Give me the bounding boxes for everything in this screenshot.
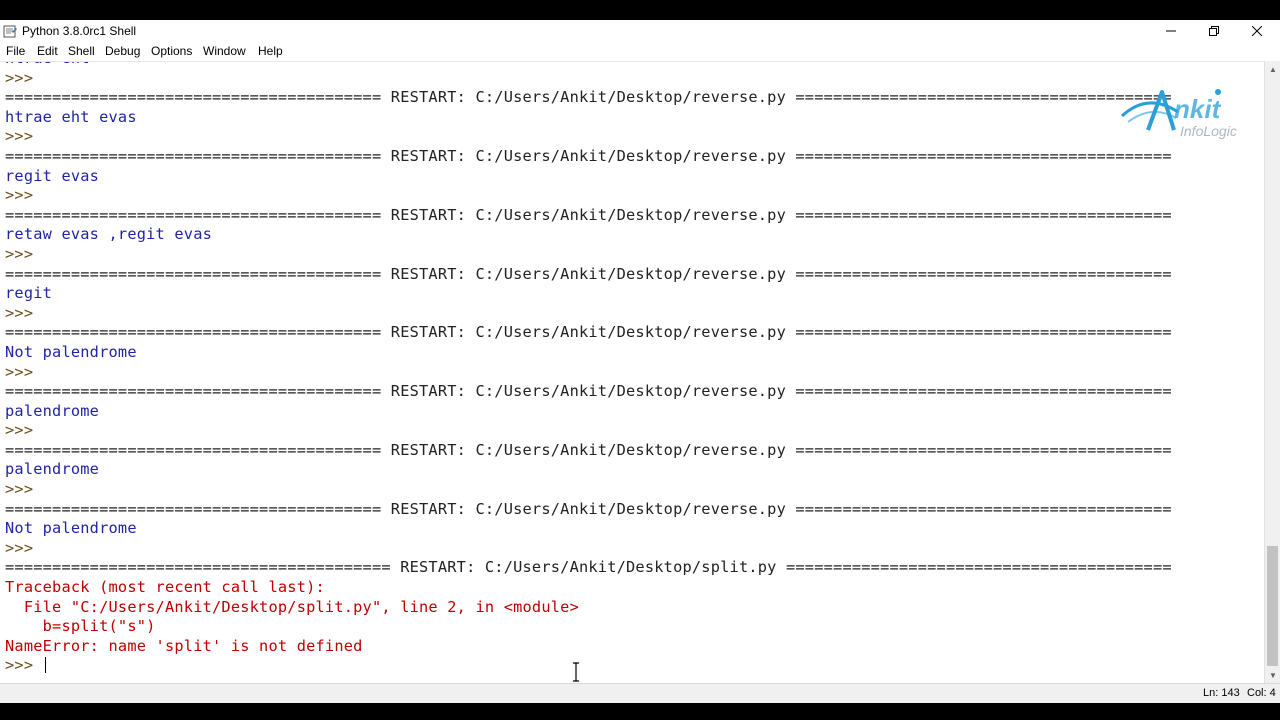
menu-window[interactable]: Window <box>203 44 246 58</box>
restore-icon <box>1209 26 1219 36</box>
menu-file[interactable]: File <box>6 44 25 58</box>
shell-line-restart: ========================================… <box>5 323 1172 343</box>
shell-line-text: ========================================… <box>5 205 1172 224</box>
menu-options[interactable]: Options <box>151 44 192 58</box>
shell-line-prompt: >>> <box>5 127 1172 147</box>
shell-line-text: ========================================… <box>5 264 1172 283</box>
menu-edit[interactable]: Edit <box>37 44 58 58</box>
shell-line-text: ========================================… <box>5 88 1172 107</box>
shell-line-err: NameError: name 'split' is not defined <box>5 637 1172 657</box>
shell-line-restart: ========================================… <box>5 558 1172 578</box>
shell-line-prompt: >>> <box>5 304 1172 324</box>
menu-debug[interactable]: Debug <box>105 44 140 58</box>
shell-line-text: Not palendrome <box>5 342 137 361</box>
shell-output: htrae eht>>> ===========================… <box>5 62 1172 676</box>
window-title: Python 3.8.0rc1 Shell <box>22 24 137 38</box>
shell-line-restart: ========================================… <box>5 441 1172 461</box>
shell-line-err: File "C:/Users/Ankit/Desktop/split.py", … <box>5 598 1172 618</box>
shell-line-text: palendrome <box>5 460 100 479</box>
menu-bar: File Edit Shell Debug Options Window Hel… <box>0 42 1280 61</box>
shell-line-text: retaw evas ,regit evas <box>5 225 213 244</box>
menu-shell[interactable]: Shell <box>68 44 95 58</box>
status-column: Col: 4 <box>1247 687 1276 699</box>
shell-line-text: >>> <box>5 480 43 499</box>
scroll-up-button[interactable]: ▲ <box>1265 61 1280 77</box>
shell-line-restart: ========================================… <box>5 147 1172 167</box>
shell-line-text: ========================================… <box>5 382 1172 401</box>
shell-line-prompt: >>> <box>5 245 1172 265</box>
shell-line-restart: ========================================… <box>5 265 1172 285</box>
ibeam-cursor-icon <box>573 662 579 682</box>
status-line: Ln: 143 <box>1203 687 1240 699</box>
shell-line-text: >>> <box>5 68 43 87</box>
shell-line-prompt: >>> <box>5 480 1172 500</box>
vertical-scrollbar[interactable]: ▲ ▼ <box>1264 61 1280 683</box>
logo-tag: InfoLogic <box>1180 123 1237 139</box>
shell-text-area[interactable]: htrae eht>>> ===========================… <box>0 61 1264 684</box>
status-bar: Ln: 143 Col: 4 <box>0 683 1280 703</box>
restore-button[interactable] <box>1192 20 1236 42</box>
shell-line-text: >>> <box>5 656 43 675</box>
shell-line-text: File "C:/Users/Ankit/Desktop/split.py", … <box>5 597 579 616</box>
shell-line-restart: ========================================… <box>5 88 1172 108</box>
scroll-thumb[interactable] <box>1267 546 1278 666</box>
shell-line-err: Traceback (most recent call last): <box>5 578 1172 598</box>
shell-line-prompt: >>> <box>5 421 1172 441</box>
shell-line-text: >>> <box>5 362 43 381</box>
ankit-infologic-logo: nkit InfoLogic <box>1120 89 1237 139</box>
shell-line-err: b=split("s") <box>5 617 1172 637</box>
shell-line-text: >>> <box>5 186 43 205</box>
logo-word: nkit <box>1174 94 1222 124</box>
minimize-icon <box>1166 30 1176 32</box>
python-idle-icon <box>3 25 17 38</box>
shell-line-text: regit <box>5 284 53 303</box>
shell-line-restart: ========================================… <box>5 382 1172 402</box>
shell-line-text: Not palendrome <box>5 519 137 538</box>
shell-line-text: htrae eht evas <box>5 107 137 126</box>
shell-line-out: Not palendrome <box>5 343 1172 363</box>
shell-line-out: palendrome <box>5 460 1172 480</box>
text-caret <box>44 657 46 674</box>
shell-line-text: Traceback (most recent call last): <box>5 578 325 597</box>
shell-line-out: Not palendrome <box>5 519 1172 539</box>
shell-line-text: >>> <box>5 127 43 146</box>
shell-line-restart: ========================================… <box>5 500 1172 520</box>
shell-line-text: >>> <box>5 421 43 440</box>
shell-line-text: >>> <box>5 538 43 557</box>
shell-line-out: retaw evas ,regit evas <box>5 225 1172 245</box>
shell-line-text: >>> <box>5 303 43 322</box>
shell-line-restart: ========================================… <box>5 206 1172 226</box>
close-button[interactable] <box>1235 20 1279 42</box>
scroll-down-button[interactable]: ▼ <box>1265 667 1280 683</box>
shell-line-text: palendrome <box>5 401 100 420</box>
shell-line-text: ========================================… <box>5 146 1172 165</box>
shell-line-out: regit <box>5 284 1172 304</box>
close-icon <box>1252 26 1262 36</box>
chevron-up-icon: ▲ <box>1269 64 1277 74</box>
menu-help[interactable]: Help <box>258 44 283 58</box>
shell-line-prompt: >>> <box>5 186 1172 206</box>
shell-line-out: htrae eht evas <box>5 108 1172 128</box>
shell-line-text: htrae eht <box>5 62 90 67</box>
title-bar[interactable]: Python 3.8.0rc1 Shell <box>0 20 1280 42</box>
shell-line-prompt: >>> <box>5 539 1172 559</box>
shell-line-out: regit evas <box>5 167 1172 187</box>
shell-line-text: ========================================… <box>5 558 1172 577</box>
shell-line-text: NameError: name 'split' is not defined <box>5 636 363 655</box>
shell-line-text: regit evas <box>5 166 100 185</box>
shell-line-prompt: >>> <box>5 656 1172 676</box>
shell-line-prompt: >>> <box>5 363 1172 383</box>
chevron-down-icon: ▼ <box>1269 670 1277 680</box>
shell-line-out: htrae eht <box>5 62 1172 69</box>
shell-line-text: b=split("s") <box>5 617 156 636</box>
shell-line-text: ========================================… <box>5 499 1172 518</box>
minimize-button[interactable] <box>1149 20 1193 42</box>
shell-line-prompt: >>> <box>5 69 1172 89</box>
shell-line-text: ========================================… <box>5 440 1172 459</box>
shell-line-out: palendrome <box>5 402 1172 422</box>
idle-shell-window: Python 3.8.0rc1 Shell File Edit Shell De… <box>0 20 1280 703</box>
shell-line-text: ========================================… <box>5 323 1172 342</box>
shell-line-text: >>> <box>5 244 43 263</box>
